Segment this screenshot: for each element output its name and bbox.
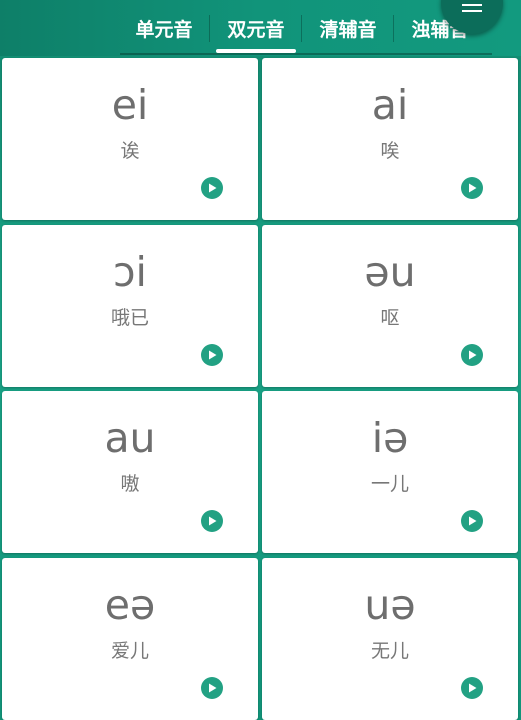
phonetic-symbol: ai: [371, 81, 409, 129]
phonetic-symbol: ei: [111, 81, 149, 129]
phonetic-card[interactable]: ɔi 哦已: [2, 224, 258, 387]
phonetic-card[interactable]: uə 无儿: [262, 557, 518, 720]
tab-diphthongs[interactable]: 双元音: [210, 0, 302, 56]
phonetic-grid: ei 诶 ai 唉 ɔi 哦已 əu 呕 au 嗷 iə 一儿 eə 爱儿 uə…: [2, 58, 518, 720]
phonetic-card[interactable]: eə 爱儿: [2, 557, 258, 720]
hamburger-menu-icon-bar: [462, 10, 482, 12]
phonetic-card[interactable]: əu 呕: [262, 224, 518, 387]
play-icon[interactable]: [461, 177, 483, 199]
hamburger-menu-icon: [462, 4, 482, 6]
phonetic-symbol: eə: [104, 580, 156, 629]
tab-bar: 单元音 双元音 清辅音 浊辅音: [118, 0, 486, 56]
phonetic-symbol: uə: [364, 580, 416, 629]
tab-monophthongs[interactable]: 单元音: [118, 0, 210, 56]
phonetic-symbol: au: [104, 414, 156, 462]
phonetic-card[interactable]: ei 诶: [2, 58, 258, 220]
pronunciation-hint: 爱儿: [110, 639, 149, 662]
tab-voiceless-consonants[interactable]: 清辅音: [302, 0, 394, 56]
pronunciation-hint: 唉: [380, 140, 400, 162]
play-icon[interactable]: [201, 177, 223, 199]
pronunciation-hint: 嗷: [120, 473, 140, 495]
phonetic-symbol: iə: [371, 414, 409, 462]
play-icon[interactable]: [461, 676, 483, 699]
pronunciation-hint: 一儿: [370, 473, 409, 495]
tab-divider: [120, 53, 492, 55]
pronunciation-hint: 无儿: [370, 639, 409, 662]
phonetic-card[interactable]: au 嗷: [2, 391, 258, 553]
pronunciation-hint: 诶: [120, 140, 140, 162]
pronunciation-hint: 哦已: [110, 306, 149, 329]
play-icon[interactable]: [461, 510, 483, 532]
pronunciation-hint: 呕: [380, 306, 400, 329]
play-icon[interactable]: [201, 510, 223, 532]
phonetic-card[interactable]: ai 唉: [262, 58, 518, 220]
phonetic-card[interactable]: iə 一儿: [262, 391, 518, 553]
play-icon[interactable]: [461, 343, 483, 366]
play-icon[interactable]: [201, 343, 223, 366]
phonetic-symbol: ɔi: [113, 247, 147, 296]
phonetic-symbol: əu: [364, 247, 416, 296]
play-icon[interactable]: [201, 676, 223, 699]
